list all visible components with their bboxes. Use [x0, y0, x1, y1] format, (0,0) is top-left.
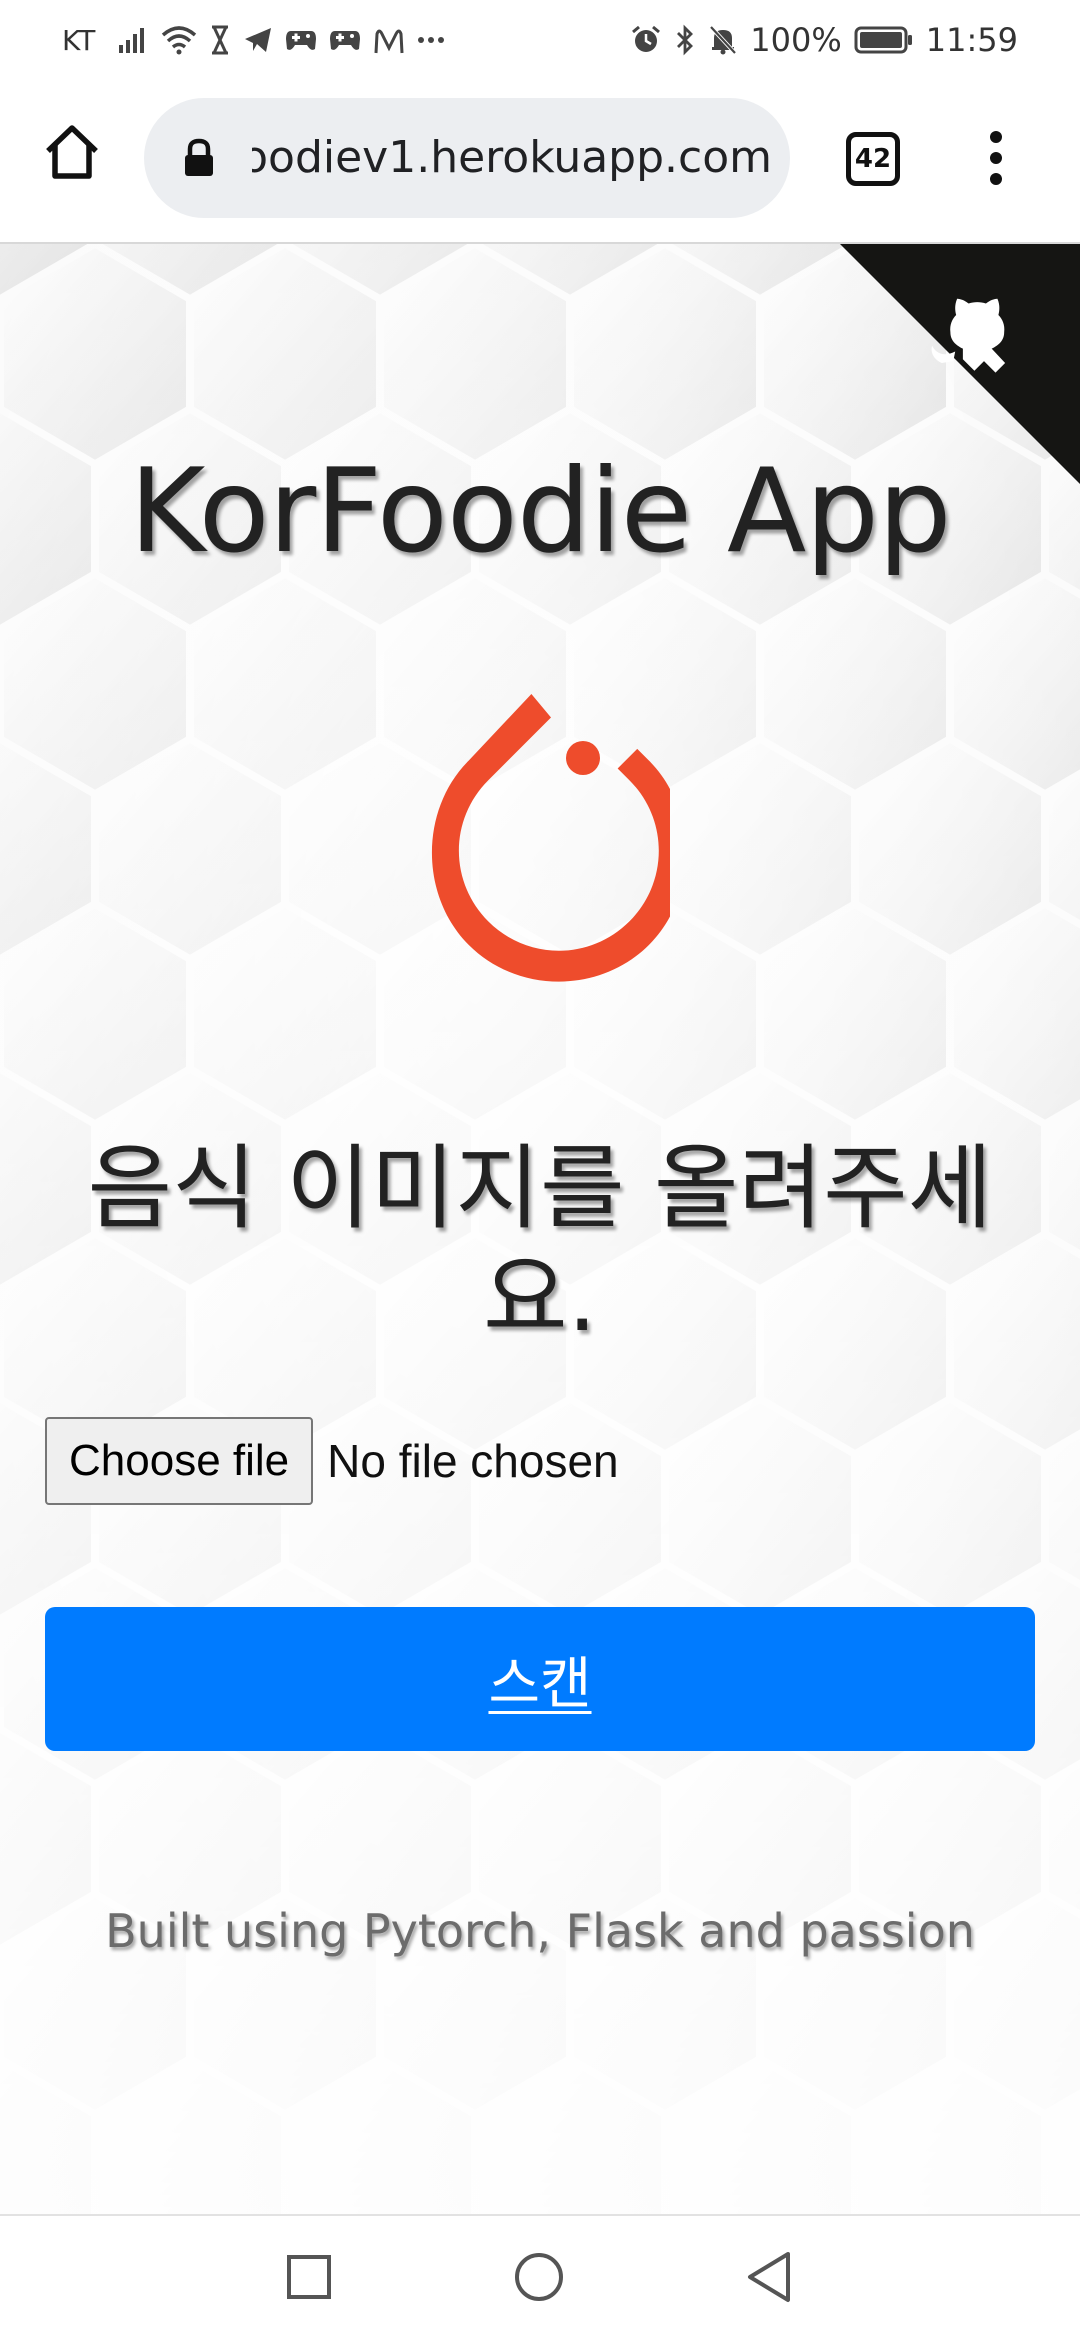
- upload-heading: 음식 이미지를 올려주세 요.: [60, 1134, 1020, 1354]
- file-status-text: No file chosen: [327, 1435, 619, 1487]
- browser-toolbar: koreanfoodiev1.herokuapp.com 42: [0, 80, 1080, 244]
- choose-file-button[interactable]: Choose file: [45, 1417, 314, 1505]
- game-controller-icon: [285, 27, 317, 53]
- url-bar[interactable]: koreanfoodiev1.herokuapp.com: [144, 98, 790, 218]
- battery-percent: 100%: [750, 21, 842, 59]
- hourglass-icon: [209, 25, 231, 55]
- home-nav-button[interactable]: [504, 2244, 574, 2314]
- more-dots-icon: [417, 35, 445, 45]
- home-icon: [42, 123, 102, 185]
- upload-heading-line1: 음식 이미지를 올려주세: [87, 1135, 993, 1242]
- telegram-icon: [243, 26, 273, 54]
- mcdonalds-icon: [373, 26, 405, 54]
- footer-text: Built using Pytorch, Flask and passion: [105, 1904, 975, 1958]
- signal-icon: [117, 25, 149, 55]
- status-bar: KT 100% 11:59: [0, 0, 1080, 80]
- status-left: KT: [62, 18, 445, 62]
- tabs-button[interactable]: 42: [846, 132, 900, 186]
- scan-button[interactable]: 스캔: [45, 1607, 1035, 1751]
- game-controller-icon: [329, 27, 361, 53]
- clock: 11:59: [925, 21, 1018, 59]
- web-page: KorFoodie App 음식 이미지를 올려주세 요. Choose fil…: [0, 244, 1080, 2214]
- more-menu-button[interactable]: [966, 124, 1026, 196]
- pytorch-logo-icon: [432, 694, 670, 982]
- recent-apps-icon: [286, 2254, 332, 2304]
- back-icon: [744, 2250, 794, 2308]
- more-vert-icon: [989, 130, 1003, 190]
- url-text: koreanfoodiev1.herokuapp.com: [252, 132, 772, 183]
- alarm-icon: [630, 24, 662, 56]
- wifi-icon: [161, 25, 197, 55]
- file-input: Choose file No file chosen: [45, 1416, 619, 1506]
- recent-apps-button[interactable]: [274, 2244, 344, 2314]
- carrier-label: KT: [62, 23, 96, 57]
- mute-icon: [708, 24, 738, 56]
- app-title: KorFoodie App: [129, 444, 951, 579]
- system-nav-bar: [0, 2214, 1080, 2340]
- battery-icon: [854, 25, 914, 55]
- upload-heading-line2: 요.: [483, 1245, 597, 1352]
- status-right: 100% 11:59: [630, 18, 1018, 62]
- home-circle-icon: [513, 2251, 565, 2307]
- home-button[interactable]: [36, 118, 108, 190]
- back-button[interactable]: [734, 2244, 804, 2314]
- tab-count: 42: [854, 144, 892, 174]
- bluetooth-icon: [674, 24, 696, 56]
- lock-icon: [182, 138, 216, 182]
